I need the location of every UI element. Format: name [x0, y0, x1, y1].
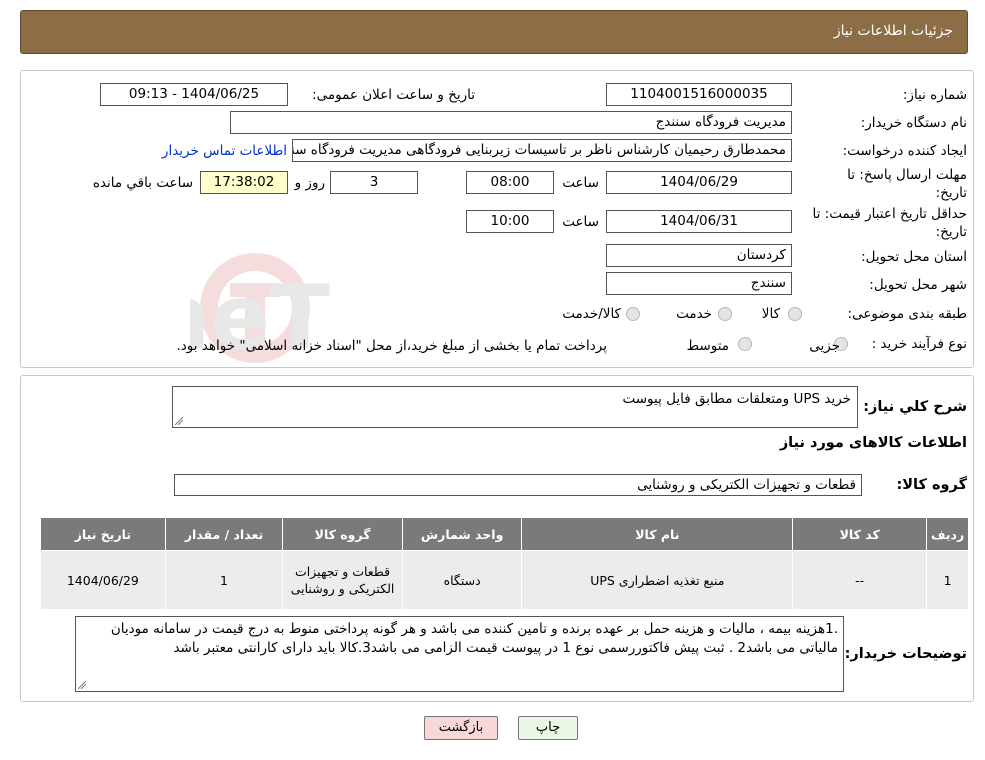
cell-need-date: 1404/06/29	[40, 550, 166, 610]
buyer-notes-text: .1هزینه بیمه ، مالیات و هزینه حمل بر عهد…	[110, 621, 838, 656]
description-text: خرید UPS ومتعلقات مطابق فایل پیوست	[622, 391, 851, 407]
print-button[interactable]: چاپ	[518, 716, 578, 740]
deadline-label: مهلت ارسال پاسخ: تا	[847, 167, 967, 183]
cell-goods-group: قطعات و تجهیزات الکتریکی و روشنایی	[282, 550, 403, 610]
process-treasury-note: پرداخت تمام یا بخشی از مبلغ خرید،از محل …	[176, 338, 607, 354]
col-unit: واحد شمارش	[401, 517, 523, 551]
goods-info-title: اطلاعات کالاهای مورد نیاز	[779, 435, 967, 451]
announce-date-label: تاریخ و ساعت اعلان عمومی:	[312, 87, 475, 103]
days-label: روز و	[294, 175, 325, 191]
cell-goods-code: --	[792, 550, 928, 610]
creator-label: ایجاد کننده درخواست:	[842, 143, 967, 159]
buyer-notes-label: توضیحات خریدار:	[844, 646, 967, 662]
resize-handle-icon[interactable]	[78, 681, 86, 689]
page-title: جزئیات اطلاعات نیاز	[833, 23, 953, 39]
deadline-date-field: 1404/06/29	[606, 171, 792, 194]
description-textarea[interactable]: خرید UPS ومتعلقات مطابق فایل پیوست	[172, 386, 858, 428]
buyer-org-label: نام دستگاه خریدار:	[860, 115, 967, 131]
validity-date-field: 1404/06/31	[606, 210, 792, 233]
process-option-medium: متوسط	[686, 338, 729, 354]
col-goods-group: گروه کالا	[282, 517, 403, 551]
city-field: سنندج	[606, 272, 792, 295]
col-quantity: تعداد / مقدار	[164, 517, 284, 551]
remaining-time-field: 17:38:02	[200, 171, 288, 194]
creator-field: محمدطارق رحیمیان کارشناس ناظر بر تاسیسات…	[292, 139, 792, 162]
cell-quantity: 1	[164, 550, 284, 610]
cell-row-number: 1	[926, 550, 969, 610]
deadline-label-date: تاریخ:	[935, 185, 967, 201]
process-radio-medium[interactable]	[738, 337, 752, 351]
col-goods-code: کد کالا	[792, 517, 928, 551]
validity-time-field: 10:00	[466, 210, 554, 233]
table-header-row: ردیف کد کالا نام کالا واحد شمارش گروه کا…	[40, 517, 969, 551]
validity-time-label: ساعت	[562, 214, 599, 230]
days-remaining-field: 3	[330, 171, 418, 194]
need-number-label: شماره نیاز:	[902, 87, 967, 103]
buyer-contact-link[interactable]: اطلاعات تماس خریدار	[162, 143, 287, 159]
cell-unit: دستگاه	[401, 550, 523, 610]
table-row: 1 -- منبع تغذیه اضطراری UPS دستگاه قطعات…	[40, 550, 969, 610]
category-label: طبقه بندی موضوعی:	[847, 306, 967, 322]
page-header: جزئیات اطلاعات نیاز	[20, 10, 968, 54]
col-row-number: ردیف	[926, 517, 969, 551]
category-option-service: خدمت	[676, 306, 712, 322]
goods-group-label: گروه کالا:	[896, 477, 967, 493]
announce-date-field: 1404/06/25 - 09:13	[100, 83, 288, 106]
buyer-org-field: مدیریت فرودگاه سنندج	[230, 111, 792, 134]
resize-handle-icon[interactable]	[175, 417, 183, 425]
category-radio-goods[interactable]	[788, 307, 802, 321]
category-option-goods-service: کالا/خدمت	[562, 306, 621, 322]
buyer-notes-textarea[interactable]: .1هزینه بیمه ، مالیات و هزینه حمل بر عهد…	[75, 616, 844, 692]
province-field: کردستان	[606, 244, 792, 267]
province-label: استان محل تحویل:	[861, 249, 967, 265]
category-radio-goods-service[interactable]	[626, 307, 640, 321]
validity-label-date: تاریخ:	[935, 224, 967, 240]
city-label: شهر محل تحویل:	[869, 277, 967, 293]
goods-table: ردیف کد کالا نام کالا واحد شمارش گروه کا…	[40, 517, 969, 610]
back-button[interactable]: بازگشت	[424, 716, 498, 740]
deadline-time-label: ساعت	[562, 175, 599, 191]
col-goods-name: نام کالا	[521, 517, 794, 551]
validity-label: حداقل تاریخ اعتبار قیمت: تا	[812, 206, 967, 222]
remaining-time-label: ساعت باقي مانده	[92, 175, 193, 191]
deadline-time-field: 08:00	[466, 171, 554, 194]
description-label: شرح کلي نیاز:	[863, 399, 967, 415]
category-option-goods: کالا	[761, 306, 780, 322]
process-option-partial: جزیی	[809, 338, 840, 354]
goods-group-field: قطعات و تجهیزات الکتریکی و روشنایی	[174, 474, 862, 496]
need-number-field: 1104001516000035	[606, 83, 792, 106]
cell-goods-name: منبع تغذیه اضطراری UPS	[521, 550, 794, 610]
process-label: نوع فرآیند خرید :	[871, 336, 967, 352]
category-radio-service[interactable]	[718, 307, 732, 321]
col-need-date: تاریخ نیاز	[40, 517, 166, 551]
